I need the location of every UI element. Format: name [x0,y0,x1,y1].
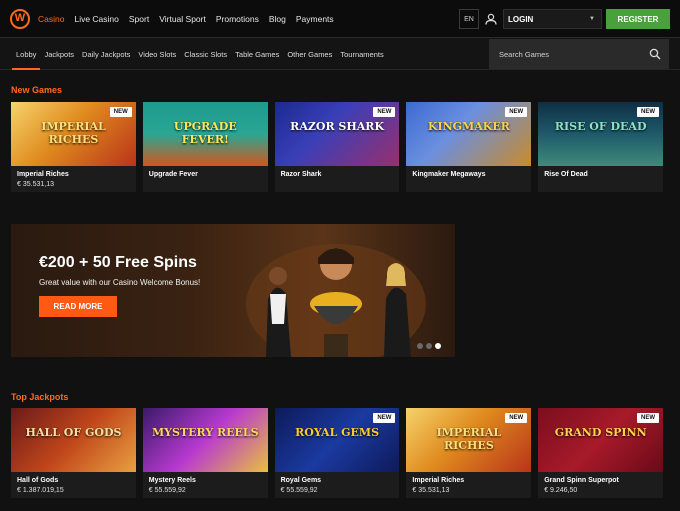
game-tile[interactable]: HALL OF GODS Hall of Gods € 1.387.019,15 [11,408,136,498]
game-tile[interactable]: IMPERIAL RICHES NEW Imperial Riches € 35… [406,408,532,498]
tab-daily-jackpots[interactable]: Daily Jackpots [82,50,130,59]
search-input[interactable] [489,39,644,69]
game-art-text: KINGMAKER [427,120,510,133]
carousel-dots [417,343,441,349]
read-more-button[interactable]: READ MORE [39,296,117,317]
new-badge: NEW [505,107,528,117]
promo-banner[interactable]: €200 + 50 Free Spins Great value with ou… [11,224,455,357]
user-icon[interactable] [481,9,501,29]
new-badge: NEW [505,413,528,423]
tab-lobby[interactable]: Lobby [11,50,41,70]
nav-live-casino[interactable]: Live Casino [74,14,118,24]
category-nav: Lobby Jackpots Daily Jackpots Video Slot… [11,38,384,70]
game-name: Imperial Riches [17,171,69,178]
game-name: Kingmaker Megaways [412,171,486,178]
game-art-text: UPGRADE FEVER! [173,120,237,146]
game-jackpot: € 35.531,13 [17,181,54,188]
game-jackpot: € 55.559,92 [148,487,186,494]
game-name: Royal Gems [280,477,322,484]
game-name: Rise Of Dead [544,171,588,178]
game-art-text: HALL OF GODS [25,426,122,439]
game-tile[interactable]: RISE OF DEAD NEW Rise Of Dead [538,102,663,192]
search-icon[interactable] [649,48,661,60]
game-art-text: IMPERIAL RICHES [436,426,502,452]
game-name: Grand Spinn Superpot [544,477,619,484]
top-header: W Casino Live Casino Sport Virtual Sport… [0,0,680,38]
game-jackpot: € 55.559,92 [280,487,318,494]
game-tile[interactable]: GRAND SPINN NEW Grand Spinn Superpot € 9… [538,408,663,498]
game-name: Razor Shark [280,171,322,178]
game-tile[interactable]: MYSTERY REELS Mystery Reels € 55.559,92 [142,408,268,498]
banner-subtext: Great value with our Casino Welcome Bonu… [39,278,201,287]
top-jackpots-title: Top Jackpots [11,392,69,402]
new-games-row: IMPERIAL RICHES NEW Imperial Riches € 35… [11,102,663,192]
game-art-text: RISE OF DEAD [554,120,647,133]
game-art-text: MYSTERY REELS [151,426,259,439]
tab-other-games[interactable]: Other Games [287,50,332,59]
new-badge: NEW [636,107,659,117]
game-tile[interactable]: UPGRADE FEVER! Upgrade Fever [142,102,268,192]
tab-jackpots[interactable]: Jackpots [44,50,74,59]
caret-down-icon: ▼ [589,16,595,22]
brand-logo-letter: W [14,12,26,24]
login-label: LOGIN [508,14,534,24]
brand-logo[interactable]: W [10,9,30,29]
game-art-text: GRAND SPINN [554,426,647,439]
game-tile[interactable]: ROYAL GEMS NEW Royal Gems € 55.559,92 [274,408,400,498]
game-jackpot: € 35.531,13 [412,487,450,494]
top-jackpots-row: HALL OF GODS Hall of Gods € 1.387.019,15… [11,408,663,498]
search-box [489,39,669,69]
new-badge: NEW [373,413,396,423]
new-games-title: New Games [11,85,63,95]
game-art-text: IMPERIAL RICHES [41,120,106,146]
game-thumbnail: MYSTERY REELS [142,408,268,472]
game-thumbnail: HALL OF GODS [11,408,136,472]
game-tile[interactable]: IMPERIAL RICHES NEW Imperial Riches € 35… [11,102,136,192]
tab-video-slots[interactable]: Video Slots [138,50,176,59]
carousel-dot-active[interactable] [435,343,441,349]
game-tile[interactable]: KINGMAKER NEW Kingmaker Megaways [406,102,532,192]
nav-promotions[interactable]: Promotions [216,14,259,24]
banner-headline: €200 + 50 Free Spins [39,254,197,271]
game-jackpot: € 1.387.019,15 [17,487,64,494]
login-button[interactable]: LOGIN ▼ [503,9,602,29]
nav-blog[interactable]: Blog [269,14,286,24]
nav-payments[interactable]: Payments [296,14,334,24]
game-name: Mystery Reels [148,477,196,484]
game-art-text: RAZOR SHARK [290,120,385,133]
game-thumbnail: UPGRADE FEVER! [142,102,268,166]
nav-sport[interactable]: Sport [129,14,149,24]
tab-table-games[interactable]: Table Games [235,50,279,59]
game-jackpot: € 9.246,50 [544,487,578,494]
carousel-dot[interactable] [426,343,432,349]
carousel-dot[interactable] [417,343,423,349]
new-badge: NEW [373,107,396,117]
banner-characters-image [246,244,426,357]
game-tile[interactable]: RAZOR SHARK NEW Razor Shark [274,102,400,192]
register-button[interactable]: REGISTER [606,9,670,29]
main-nav: Casino Live Casino Sport Virtual Sport P… [38,0,334,38]
new-badge: NEW [636,413,659,423]
game-name: Hall of Gods [17,477,59,484]
new-badge: NEW [109,107,132,117]
game-name: Upgrade Fever [148,171,198,178]
tab-tournaments[interactable]: Tournaments [340,50,383,59]
game-name: Imperial Riches [412,477,465,484]
tab-classic-slots[interactable]: Classic Slots [184,50,227,59]
language-selector[interactable]: EN [459,9,479,29]
game-art-text: ROYAL GEMS [295,426,380,439]
nav-virtual-sport[interactable]: Virtual Sport [159,14,206,24]
nav-casino[interactable]: Casino [38,14,64,24]
